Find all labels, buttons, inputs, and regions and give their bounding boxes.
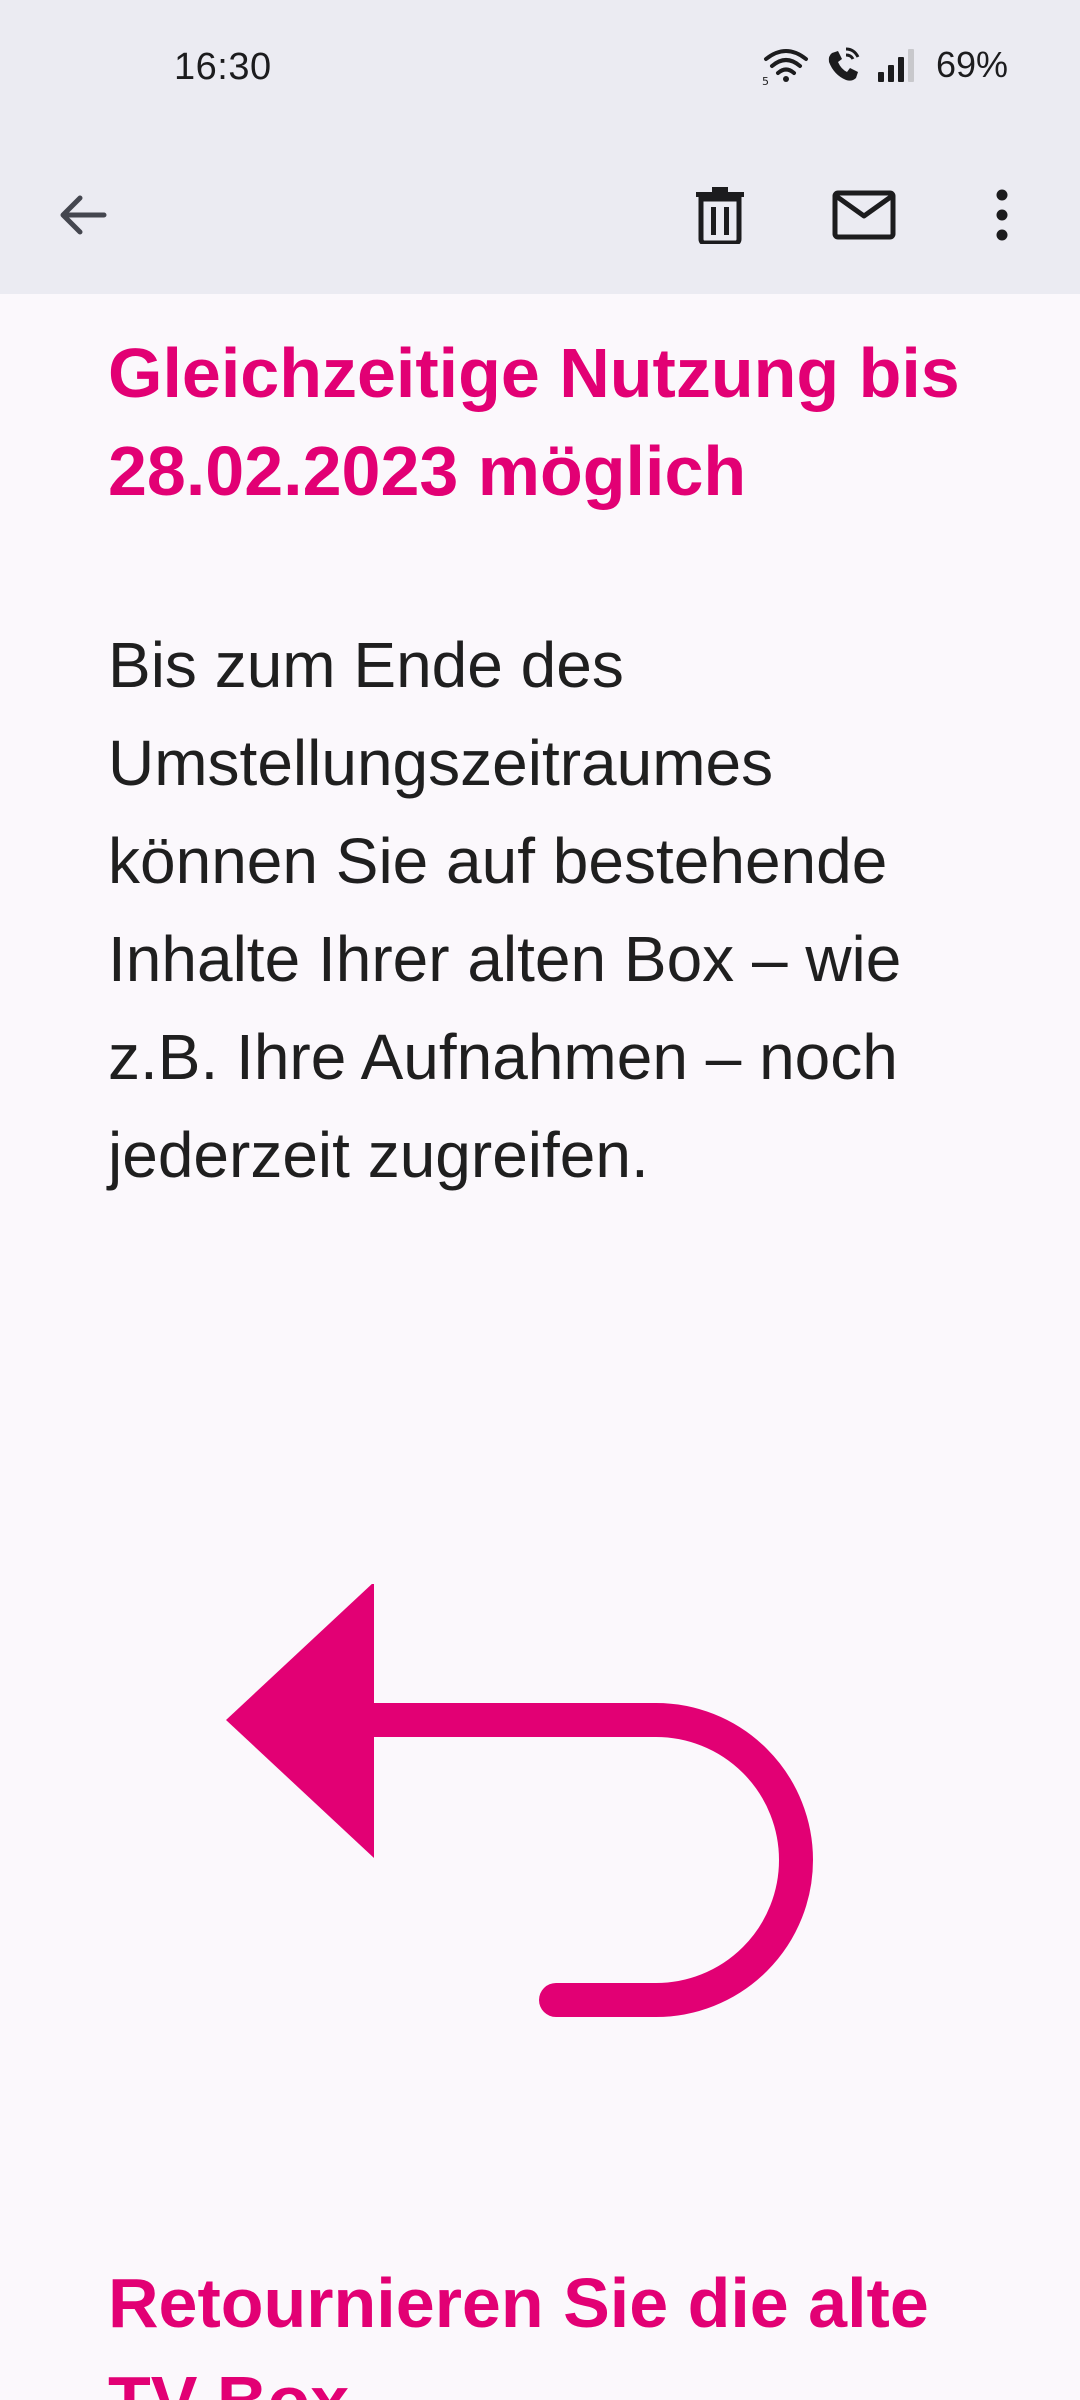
email-body: Gleichzeitige Nutzung bis 28.02.2023 mög… xyxy=(0,294,1080,2400)
back-button[interactable] xyxy=(42,176,124,258)
section-heading-return: Retournieren Sie die alte TV-Box xyxy=(108,2264,929,2400)
status-time: 16:30 xyxy=(174,46,272,88)
signal-icon xyxy=(876,48,916,82)
back-arrow-icon xyxy=(56,188,110,247)
app-bar xyxy=(0,140,1080,294)
body-paragraph: Bis zum Ende des Umstellungszeitraumes k… xyxy=(108,629,902,1191)
more-vert-icon xyxy=(994,189,1010,246)
mark-unread-icon xyxy=(832,190,896,245)
delete-icon xyxy=(694,186,746,249)
section-heading: Gleichzeitige Nutzung bis 28.02.2023 mög… xyxy=(108,334,960,510)
mark-unread-button[interactable] xyxy=(823,176,905,258)
delete-button[interactable] xyxy=(679,176,761,258)
status-icons: 5 69% xyxy=(762,44,1008,86)
return-arrow-icon xyxy=(226,1582,826,2049)
status-bar: 16:30 5 69% xyxy=(0,0,1080,140)
wifi-calling-icon xyxy=(824,45,862,85)
battery-level: 69% xyxy=(935,44,1008,85)
svg-text:5: 5 xyxy=(762,75,769,85)
more-options-button[interactable] xyxy=(961,176,1043,258)
wifi-icon: 5 xyxy=(762,45,810,85)
